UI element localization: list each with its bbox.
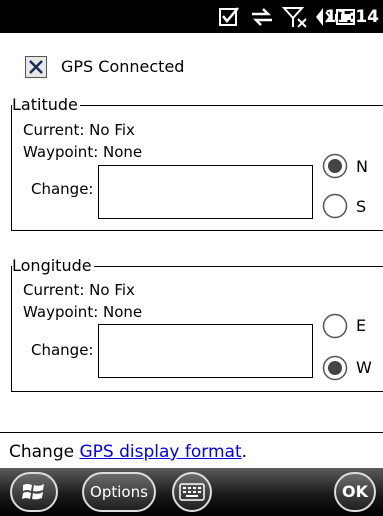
longitude-e-label: E [356, 316, 367, 335]
sync-icon[interactable] [250, 6, 274, 28]
start-button[interactable] [10, 472, 58, 512]
longitude-e-radio[interactable] [322, 313, 348, 339]
latitude-waypoint: Waypoint: None [23, 143, 143, 161]
softkey-bar: Options OK [0, 468, 383, 516]
longitude-current: Current: No Fix [23, 281, 135, 299]
latitude-group: Latitude Current: No Fix Waypoint: None … [11, 95, 383, 231]
windows-start-icon [22, 484, 44, 500]
footer-prefix: Change [9, 442, 80, 462]
latitude-s-radio[interactable] [322, 193, 348, 219]
status-bar: 11:14 [0, 0, 383, 33]
gps-connected-checkbox[interactable] [25, 56, 47, 78]
latitude-change-label: Change: [31, 180, 94, 198]
latitude-change-input[interactable] [98, 165, 313, 219]
no-signal-icon[interactable] [281, 6, 308, 28]
longitude-w-label: W [356, 358, 372, 377]
longitude-group: Longitude Current: No Fix Waypoint: None… [11, 256, 383, 392]
longitude-legend: Longitude [12, 256, 94, 276]
footer-text: Change GPS display format. [9, 441, 247, 463]
gps-display-format-link[interactable]: GPS display format [80, 442, 242, 462]
checkbox-icon[interactable] [218, 6, 240, 28]
keyboard-button[interactable] [172, 472, 212, 512]
keyboard-icon [179, 483, 205, 501]
footer-suffix: . [241, 442, 248, 462]
longitude-change-label: Change: [31, 341, 94, 359]
latitude-n-radio[interactable] [322, 153, 348, 179]
longitude-change-input[interactable] [98, 324, 313, 378]
checkmark-x-icon [29, 60, 43, 74]
footer-divider [0, 432, 383, 433]
ok-button[interactable]: OK [334, 472, 376, 512]
status-time: 11:14 [324, 7, 379, 27]
longitude-waypoint: Waypoint: None [23, 303, 143, 321]
latitude-s-label: S [356, 197, 367, 216]
latitude-legend: Latitude [12, 95, 80, 115]
options-button[interactable]: Options [82, 472, 156, 512]
latitude-n-label: N [356, 157, 368, 176]
gps-connected-label: GPS Connected [61, 57, 185, 76]
longitude-w-radio[interactable] [322, 355, 348, 381]
latitude-current: Current: No Fix [23, 121, 135, 139]
